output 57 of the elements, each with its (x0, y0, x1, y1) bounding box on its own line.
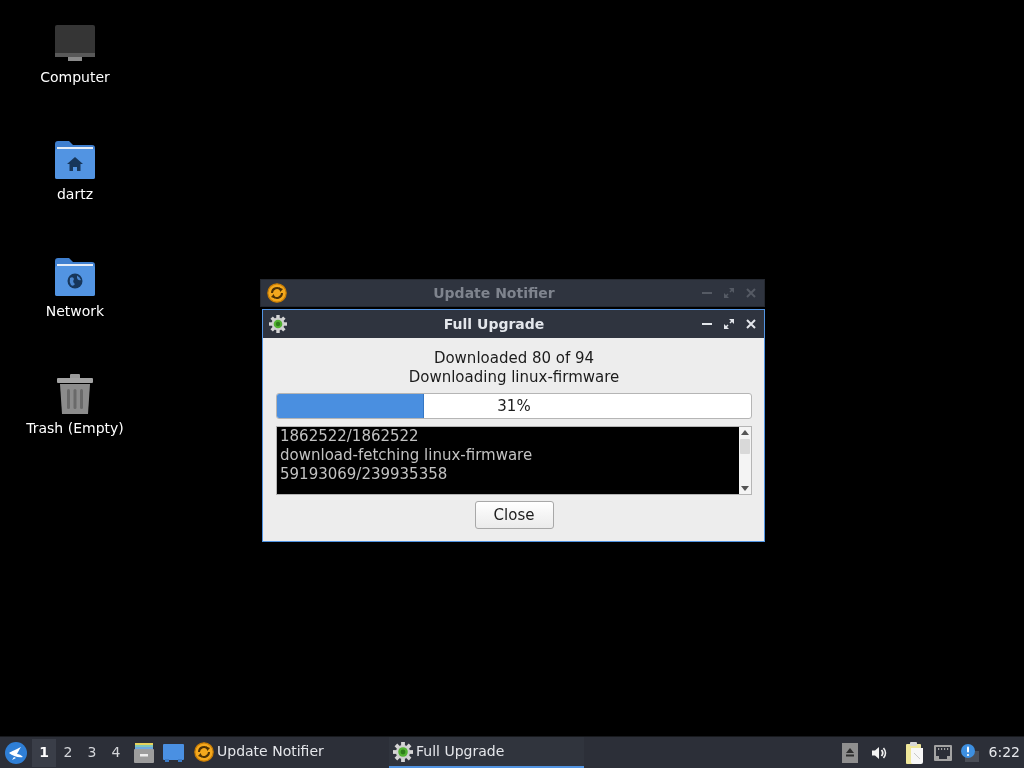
log-line: 59193069/239935358 (280, 465, 448, 484)
scrollbar[interactable] (739, 427, 751, 494)
network-folder-icon (55, 257, 95, 297)
window-title: Full Upgrade (443, 314, 545, 334)
clock[interactable]: 6:22 (988, 742, 1020, 763)
workspace-button[interactable]: 1 (32, 738, 56, 767)
close-icon (746, 288, 756, 298)
monitor-icon (55, 25, 95, 61)
maximize-button[interactable] (723, 318, 735, 330)
clipboard-button[interactable] (905, 741, 924, 764)
taskbar-task-button[interactable]: Full Upgrade (389, 737, 584, 768)
desktop-shortcut[interactable]: Trash (Empty) (25, 370, 125, 437)
volume-button[interactable] (870, 744, 887, 761)
log-output-box[interactable]: 1862522/1862522 download-fetching linux-firmware 59193069/239935358 (276, 426, 752, 495)
circular-arrows-icon (194, 741, 214, 762)
gear-icon (269, 315, 287, 333)
taskbar-task-button[interactable]: Update Notifier (190, 737, 385, 768)
window-title: Update Notifier (433, 283, 555, 303)
start-menu-button[interactable] (5, 741, 27, 764)
expand-arrows-icon (724, 288, 734, 298)
start-logo-icon (5, 741, 27, 764)
speaker-icon (870, 744, 887, 761)
show-desktop-button[interactable] (163, 743, 184, 762)
status-text: Downloaded 80 of 94 (433, 349, 595, 368)
close-icon (746, 319, 756, 329)
file-cabinet-icon (134, 742, 154, 763)
home-folder-icon (55, 140, 95, 180)
status-text: Downloading linux-firmware (408, 368, 620, 387)
notifications-button[interactable] (960, 743, 979, 762)
log-line: 1862522/1862522 (280, 427, 419, 446)
file-manager-button[interactable] (134, 742, 154, 763)
desktop-window-icon (163, 743, 184, 762)
desktop-shortcut[interactable]: Network (25, 253, 125, 320)
circular-arrows-icon (267, 283, 287, 303)
eject-button[interactable] (841, 742, 858, 763)
minimize-icon (702, 323, 712, 325)
workspace-button[interactable]: 4 (104, 738, 128, 767)
ethernet-port-icon (933, 744, 952, 761)
log-line: download-fetching linux-firmware (280, 446, 533, 465)
desktop-shortcut[interactable]: dartz (25, 136, 125, 203)
progress-percentage: 31% (497, 396, 531, 416)
scroll-down-arrow-icon[interactable] (741, 486, 749, 491)
workspace-button[interactable]: 3 (80, 738, 104, 767)
scrollbar-thumb[interactable] (740, 439, 750, 454)
alert-badge-icon (960, 743, 979, 762)
desktop-shortcut[interactable]: Computer (25, 19, 125, 86)
workspace-button[interactable]: 2 (56, 738, 80, 767)
window-title-bar[interactable]: Full Upgrade (263, 310, 764, 338)
expand-arrows-icon (724, 319, 734, 329)
network-button[interactable] (933, 744, 952, 761)
scroll-up-arrow-icon[interactable] (741, 430, 749, 435)
minimize-icon (702, 292, 712, 294)
gear-icon (393, 741, 413, 762)
eject-icon (841, 742, 858, 763)
trash-can-icon (57, 374, 93, 414)
clipboard-icon (905, 741, 924, 764)
close-dialog-button[interactable]: Close (474, 501, 554, 529)
